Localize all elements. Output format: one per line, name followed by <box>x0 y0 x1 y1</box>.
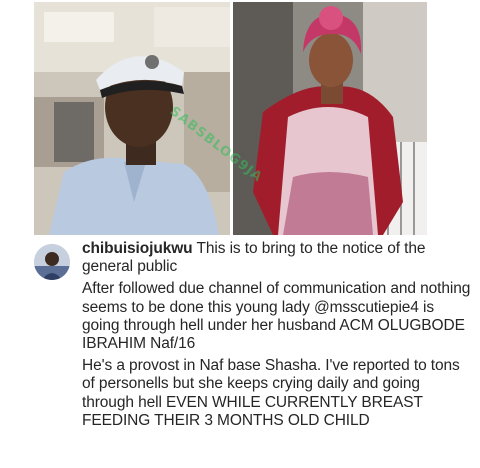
post-image-collage[interactable]: SABSBLOG9JA <box>0 0 480 240</box>
mention-link[interactable]: @msscutiepie4 <box>314 299 419 316</box>
comment-paragraph-1: After followed due channel of communicat… <box>82 280 474 353</box>
photo-lady <box>233 2 427 235</box>
comment: chibuisiojukwu This is to bring to the n… <box>0 240 480 468</box>
comment-intro: chibuisiojukwu This is to bring to the n… <box>82 240 474 276</box>
username-link[interactable]: chibuisiojukwu <box>82 240 193 257</box>
avatar[interactable] <box>34 244 70 280</box>
photo-officer <box>34 2 230 235</box>
comment-paragraph-2: He's a provost in Naf base Shasha. I've … <box>82 357 460 429</box>
comment-body: chibuisiojukwu This is to bring to the n… <box>82 240 474 434</box>
